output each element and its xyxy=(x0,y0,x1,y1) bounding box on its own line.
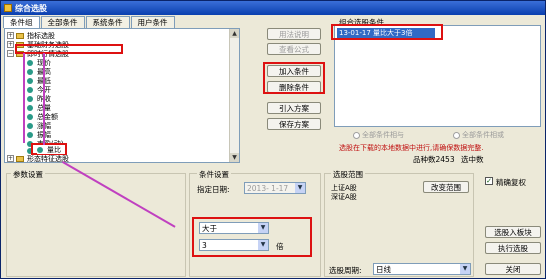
exact-restore-checkbox[interactable]: ✓ xyxy=(485,177,493,185)
indicator-icon xyxy=(27,59,33,66)
expand-icon[interactable]: + xyxy=(7,32,14,39)
unit-label: 倍 xyxy=(276,242,284,251)
period-label: 选股周期: xyxy=(329,266,362,275)
param-panel-title: 参数设置 xyxy=(11,169,45,180)
window-title: 综合选股 xyxy=(15,3,47,13)
condition-tree[interactable]: +指标选股 +基础财务选股 −即时行情选股 现价 最高 最低 今开 昨收 总量 … xyxy=(4,28,240,163)
expand-icon[interactable]: + xyxy=(7,155,14,162)
chevron-down-icon[interactable]: ▼ xyxy=(258,240,268,250)
window: 综合选股 条件组 全部条件 系统条件 用户条件 + 指标选股 + 基础财务选股 − 即… xyxy=(0,0,546,279)
scroll-down-icon[interactable]: ▼ xyxy=(230,153,239,162)
scroll-up-icon[interactable]: ▲ xyxy=(230,29,239,38)
indicator-icon xyxy=(27,113,33,120)
guide-arrow-line xyxy=(23,53,25,143)
add-condition-button[interactable]: 加入条件 xyxy=(267,65,321,77)
expand-icon[interactable]: + xyxy=(7,41,14,48)
radio-or[interactable]: 全部条件相或 xyxy=(453,130,504,140)
app-icon xyxy=(4,4,12,12)
stock-count: 品种数2453 选中数 xyxy=(413,155,484,164)
value-input[interactable]: 3 ▼ xyxy=(199,239,269,251)
indicator-icon xyxy=(27,95,33,102)
folder-icon xyxy=(16,41,24,48)
exact-restore-label: 精确复权 xyxy=(496,178,526,187)
param-panel xyxy=(6,173,186,277)
add-to-board-button[interactable]: 选股入板块 xyxy=(485,226,541,238)
change-range-button[interactable]: 改变范围 xyxy=(423,181,469,193)
condition-list[interactable]: 13-01-17 量比大于3倍 xyxy=(334,25,541,127)
tab-all-conditions[interactable]: 全部条件 xyxy=(40,16,85,28)
cond-settings-title: 条件设置 xyxy=(197,169,231,180)
guide-arrow-line xyxy=(43,53,45,145)
dropdown-icon[interactable]: ▼ xyxy=(295,183,305,193)
execute-button[interactable]: 执行选股 xyxy=(485,242,541,254)
delete-condition-button[interactable]: 删除条件 xyxy=(267,81,321,93)
tree-scrollbar[interactable]: ▲ ▼ xyxy=(229,29,239,162)
folder-icon xyxy=(16,155,24,162)
condition-list-item[interactable]: 13-01-17 量比大于3倍 xyxy=(337,28,435,38)
folder-icon xyxy=(16,32,24,39)
date-field[interactable]: 2013- 1-17 ▼ xyxy=(244,182,306,194)
period-select[interactable]: 日线 ▼ xyxy=(373,263,471,275)
usage-button[interactable]: 用法说明 xyxy=(267,28,321,40)
collapse-icon[interactable]: − xyxy=(7,50,14,57)
tab-system-conditions[interactable]: 系统条件 xyxy=(85,16,130,28)
radio-icon[interactable] xyxy=(453,131,460,139)
compare-select[interactable]: 大于 ▼ xyxy=(199,222,269,234)
tree-folder-pattern[interactable]: + 形态特征选股 xyxy=(7,154,69,162)
indicator-icon xyxy=(27,122,33,129)
radio-icon[interactable] xyxy=(353,131,360,139)
indicator-icon xyxy=(27,104,33,111)
range-panel-title: 选股范围 xyxy=(331,169,365,180)
tab-bar: 条件组 全部条件 系统条件 用户条件 xyxy=(3,16,176,28)
chevron-down-icon[interactable]: ▼ xyxy=(460,264,470,274)
tab-condition-group[interactable]: 条件组 xyxy=(3,16,40,28)
view-formula-button[interactable]: 查看公式 xyxy=(267,43,321,55)
chevron-down-icon[interactable]: ▼ xyxy=(258,223,268,233)
indicator-icon xyxy=(37,146,43,153)
title-bar: 综合选股 xyxy=(1,1,545,15)
indicator-icon xyxy=(27,131,33,138)
tab-user-conditions[interactable]: 用户条件 xyxy=(130,16,175,28)
date-label: 指定日期: xyxy=(197,185,230,194)
indicator-icon xyxy=(27,86,33,93)
indicator-icon xyxy=(27,77,33,84)
radio-and[interactable]: 全部条件相与 xyxy=(353,130,404,140)
close-button[interactable]: 关闭 xyxy=(485,263,541,275)
data-note: 选股在下载的本地数据中进行,请确保数据完整. xyxy=(339,144,484,152)
save-scheme-button[interactable]: 保存方案 xyxy=(267,118,321,130)
range-list: 上证A股 深证A股 xyxy=(331,184,357,201)
indicator-icon xyxy=(27,68,33,75)
tree-item-selected[interactable]: 量比 xyxy=(37,145,65,154)
import-scheme-button[interactable]: 引入方案 xyxy=(267,102,321,114)
